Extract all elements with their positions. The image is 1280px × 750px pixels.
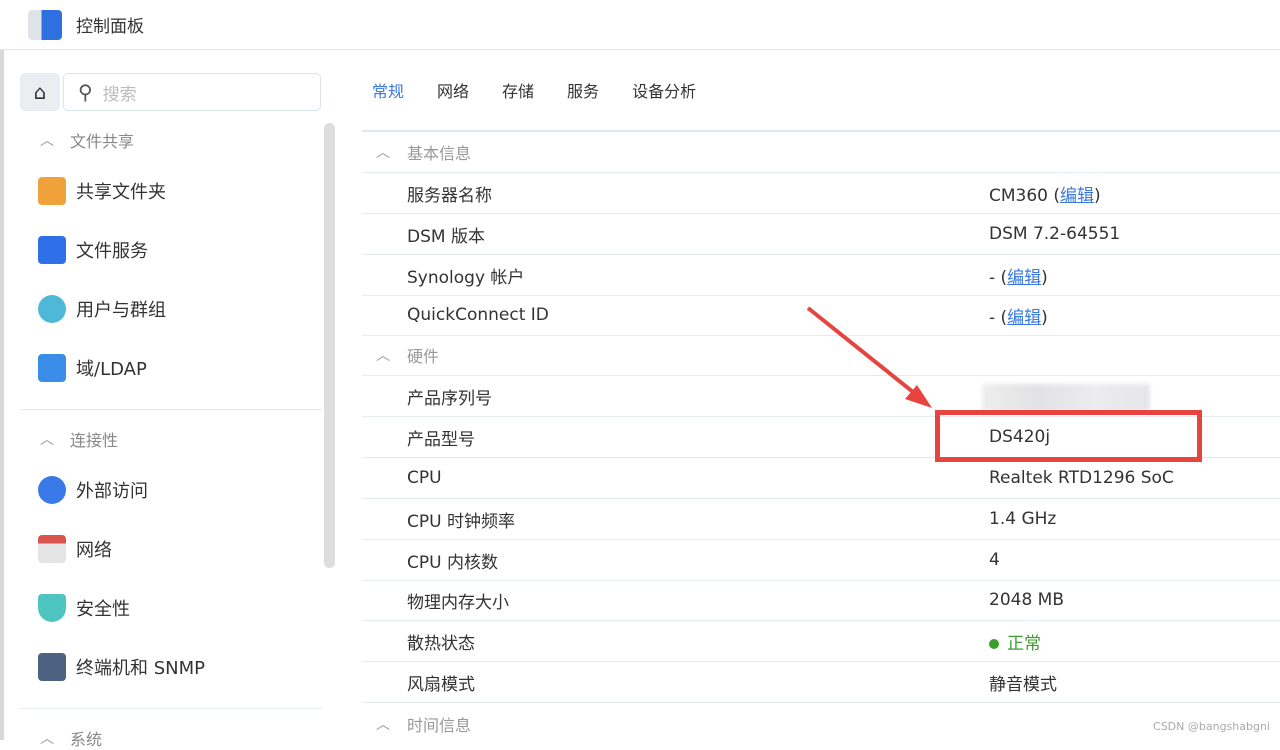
watermark: CSDN @bangshabgni (1153, 720, 1270, 733)
annotation-arrow-icon (806, 306, 932, 408)
